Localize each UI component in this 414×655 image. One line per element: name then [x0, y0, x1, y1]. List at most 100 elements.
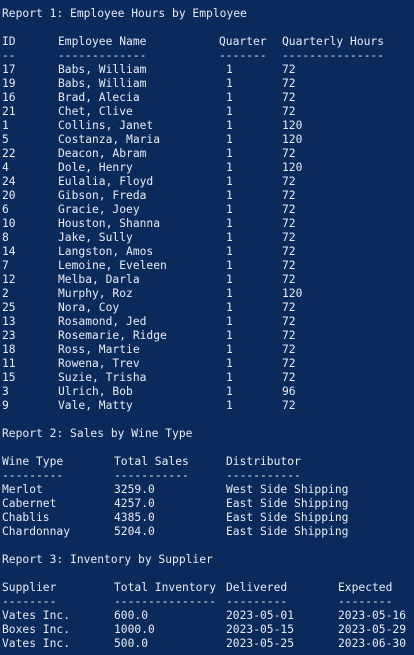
- quarter-value: 1: [226, 343, 233, 356]
- quarterly-hours-value: 72: [282, 343, 296, 356]
- separator-supplier: --------: [2, 595, 57, 608]
- separator-total-sales: -----------: [114, 469, 189, 482]
- employee-name: Dole, Henry: [58, 161, 133, 174]
- quarter-value: 1: [226, 385, 233, 398]
- employee-id: 21: [2, 105, 16, 118]
- quarter-value: 1: [226, 217, 233, 230]
- quarter-value: 1: [226, 119, 233, 132]
- table-row: 6 Gracie, Joey 1 72: [2, 203, 414, 217]
- employee-id: 4: [2, 161, 9, 174]
- employee-name: Babs, William: [58, 77, 147, 90]
- table-row: 13 Rosamond, Jed 1 72: [2, 315, 414, 329]
- employee-name: Suzie, Trisha: [58, 371, 147, 384]
- quarterly-hours-value: 72: [282, 147, 296, 160]
- quarterly-hours-value: 120: [282, 287, 303, 300]
- quarterly-hours-value: 72: [282, 175, 296, 188]
- employee-id: 10: [2, 217, 16, 230]
- quarter-value: 1: [226, 301, 233, 314]
- delivered-date-value: 2023-05-15: [226, 623, 295, 636]
- employee-id: 7: [2, 259, 9, 272]
- report2-title: Report 2: Sales by Wine Type: [2, 427, 414, 441]
- employee-id: 16: [2, 91, 16, 104]
- quarterly-hours-value: 120: [282, 119, 303, 132]
- quarter-value: 1: [226, 175, 233, 188]
- distributor-value: East Side Shipping: [226, 525, 349, 538]
- employee-id: 8: [2, 231, 9, 244]
- quarterly-hours-value: 72: [282, 105, 296, 118]
- total-sales-value: 5204.0: [114, 525, 155, 538]
- table-row: 5 Costanza, Maria 1 120: [2, 133, 414, 147]
- employee-id: 24: [2, 175, 16, 188]
- table-row: Merlot 3259.0 West Side Shipping: [2, 483, 414, 497]
- quarterly-hours-value: 72: [282, 315, 296, 328]
- wine-type-value: Chablis: [2, 511, 50, 524]
- table-row: 20 Gibson, Freda 1 72: [2, 189, 414, 203]
- column-header-id: ID: [2, 35, 16, 48]
- quarter-value: 1: [226, 147, 233, 160]
- table-row: 19 Babs, William 1 72: [2, 77, 414, 91]
- employee-name: Gibson, Freda: [58, 189, 147, 202]
- employee-name: Rowena, Trev: [58, 357, 140, 370]
- total-inventory-value: 1000.0: [114, 623, 155, 636]
- distributor-value: East Side Shipping: [226, 497, 349, 510]
- report3-rows: Vates Inc. 600.0 2023-05-01 2023-05-16 Boxes…: [2, 609, 414, 651]
- column-header-total-sales: Total Sales: [114, 455, 189, 468]
- table-row: Chablis 4385.0 East Side Shipping: [2, 511, 414, 525]
- table-row: 18 Ross, Martie 1 72: [2, 343, 414, 357]
- column-header-expected: Expected: [338, 581, 393, 594]
- table-row: 24 Eulalia, Floyd 1 72: [2, 175, 414, 189]
- quarterly-hours-value: 72: [282, 231, 296, 244]
- column-header-distributor: Distributor: [226, 455, 301, 468]
- quarterly-hours-value: 96: [282, 385, 296, 398]
- quarterly-hours-value: 72: [282, 77, 296, 90]
- quarter-value: 1: [226, 245, 233, 258]
- table-row: 9 Vale, Matty 1 72: [2, 399, 414, 413]
- table-row: 2 Murphy, Roz 1 120: [2, 287, 414, 301]
- quarterly-hours-value: 72: [282, 63, 296, 76]
- quarter-value: 1: [226, 399, 233, 412]
- separator-quarter: -------: [219, 49, 267, 62]
- employee-id: 2: [2, 287, 9, 300]
- quarter-value: 1: [226, 63, 233, 76]
- table-row: 15 Suzie, Trisha 1 72: [2, 371, 414, 385]
- table-row: Chardonnay 5204.0 East Side Shipping: [2, 525, 414, 539]
- supplier-value: Boxes Inc.: [2, 623, 71, 636]
- table-row: Cabernet 4257.0 East Side Shipping: [2, 497, 414, 511]
- table-row: 17 Babs, William 1 72: [2, 63, 414, 77]
- employee-name: Gracie, Joey: [58, 203, 140, 216]
- separator-hours: ---------------: [282, 49, 385, 62]
- quarterly-hours-value: 72: [282, 301, 296, 314]
- quarterly-hours-value: 72: [282, 203, 296, 216]
- separator-id: --: [2, 49, 16, 62]
- report1-header-row: ID Employee Name Quarter Quarterly Hours: [2, 35, 414, 49]
- total-sales-value: 4257.0: [114, 497, 155, 510]
- employee-id: 15: [2, 371, 16, 384]
- column-header-wine-type: Wine Type: [2, 455, 64, 468]
- employee-name: Langston, Amos: [58, 245, 154, 258]
- report2-separator-row: --------- ----------- -----------: [2, 469, 414, 483]
- employee-name: Brad, Alecia: [58, 91, 140, 104]
- table-row: Vates Inc. 500.0 2023-05-25 2023-06-30: [2, 637, 414, 651]
- employee-name: Lemoine, Eveleen: [58, 259, 167, 272]
- quarter-value: 1: [226, 315, 233, 328]
- report1-title: Report 1: Employee Hours by Employee: [2, 7, 414, 21]
- employee-name: Eulalia, Floyd: [58, 175, 154, 188]
- employee-name: Jake, Sully: [58, 231, 133, 244]
- table-row: 23 Rosemarie, Ridge 1 72: [2, 329, 414, 343]
- quarterly-hours-value: 72: [282, 357, 296, 370]
- separator-delivered: ---------: [226, 595, 288, 608]
- report-title: Report 1: Employee Hours by Employee: [2, 7, 247, 20]
- expected-date-value: 2023-05-16: [338, 609, 407, 622]
- supplier-value: Vates Inc.: [2, 637, 71, 650]
- employee-name: Deacon, Abram: [58, 147, 147, 160]
- table-row: 25 Nora, Coy 1 72: [2, 301, 414, 315]
- separator-total-inventory: ---------------: [114, 595, 217, 608]
- table-row: Vates Inc. 600.0 2023-05-01 2023-05-16: [2, 609, 414, 623]
- employee-id: 13: [2, 315, 16, 328]
- employee-name: Costanza, Maria: [58, 133, 161, 146]
- separator-name: -------------: [58, 49, 147, 62]
- column-header-supplier: Supplier: [2, 581, 57, 594]
- column-header-hours: Quarterly Hours: [282, 35, 385, 48]
- quarter-value: 1: [226, 357, 233, 370]
- report3-separator-row: -------- --------------- --------- -----…: [2, 595, 414, 609]
